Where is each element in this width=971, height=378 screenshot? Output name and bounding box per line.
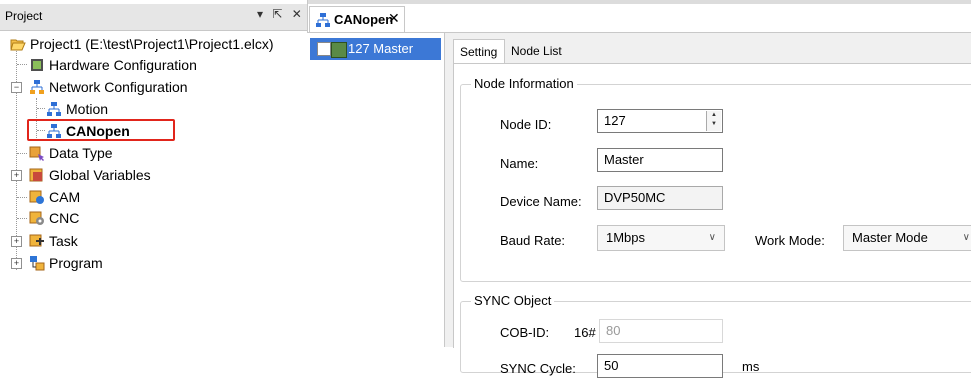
tree-item-label: Data Type [49, 145, 113, 161]
node-list-panel: 127 Master [307, 33, 445, 347]
tree-item-global-variables[interactable]: Global Variables [29, 165, 151, 185]
project-panel: Project ▾ ⇱ ✕ Project1 (E:\test\Project1… [0, 0, 308, 347]
chevron-down-icon: ∨ [708, 232, 716, 243]
program-icon [30, 256, 45, 271]
tab-label: CANopen [334, 12, 394, 27]
sync-cycle-unit: ms [742, 359, 760, 374]
tab-setting[interactable]: Setting [453, 39, 505, 64]
work-mode-value: Master Mode [852, 230, 928, 245]
tree-item-label: Program [49, 255, 103, 271]
node-information-group: Node Information Node ID: 127 ▲ ▼ Name: M… [460, 76, 971, 282]
tree-item-hardware-configuration[interactable]: Hardware Configuration [29, 55, 197, 75]
node-id-spinbox[interactable]: 127 ▲ ▼ [597, 109, 723, 133]
tree-item-label: Task [49, 233, 78, 249]
tree-branch-line [17, 197, 27, 198]
tree-item-data-type[interactable]: Data Type [29, 143, 113, 163]
config-area: Setting Node List Node Information Node … [445, 33, 971, 378]
task-icon [29, 234, 44, 247]
tree-item-label: Motion [66, 101, 109, 117]
baud-rate-value: 1Mbps [606, 230, 646, 245]
spin-arrows-icon[interactable]: ▲ ▼ [706, 111, 721, 131]
tree-item-label: Global Variables [49, 167, 151, 183]
chevron-down-icon: ∨ [962, 232, 970, 243]
tree-branch-line [17, 153, 27, 154]
project-panel-title: Project [5, 9, 43, 23]
tab-canopen[interactable]: CANopen ✕ [309, 6, 405, 32]
expand-toggle[interactable]: + [11, 258, 22, 269]
node-checkbox[interactable] [317, 42, 331, 56]
tree-item-label: Project1 (E:\test\Project1\Project1.elcx… [30, 36, 274, 52]
sync-object-group: SYNC Object COB-ID: 16# 80 SYNC Cycle: 5… [460, 293, 971, 378]
project-panel-header: Project ▾ ⇱ ✕ [0, 4, 307, 31]
group-title: Node Information [471, 76, 577, 91]
network-icon [47, 102, 61, 116]
tree-item-label: Hardware Configuration [49, 57, 197, 73]
node-id-label: Node ID: [500, 117, 552, 132]
work-mode-select[interactable]: Master Mode ∨ [843, 225, 971, 251]
name-label: Name: [500, 156, 539, 171]
close-icon[interactable]: ✕ [388, 10, 400, 27]
folder-open-icon [10, 39, 26, 51]
expand-toggle[interactable]: + [11, 236, 22, 247]
tree-item-cnc[interactable]: CNC [29, 208, 79, 228]
device-icon [331, 42, 347, 58]
node-item-label: 127 Master [348, 41, 414, 56]
baud-rate-label: Baud Rate: [500, 233, 566, 248]
sync-cycle-label: SYNC Cycle: [500, 361, 576, 376]
tree-item-project-root[interactable]: Project1 (E:\test\Project1\Project1.elcx… [10, 34, 274, 54]
cnc-icon [29, 211, 44, 225]
tree-item-task[interactable]: Task [29, 231, 78, 251]
tree-item-label: Network Configuration [49, 79, 188, 95]
hardware-icon [31, 59, 43, 71]
tree-item-program[interactable]: Program [29, 253, 103, 273]
network-icon [316, 13, 330, 27]
node-list-item[interactable]: 127 Master [310, 38, 441, 60]
highlight-annotation-box [27, 119, 175, 141]
sync-cycle-field[interactable]: 50 [597, 354, 723, 378]
name-field[interactable]: Master [597, 148, 723, 172]
tree-branch-line [37, 108, 45, 109]
cob-id-field: 80 [599, 319, 723, 343]
tree-item-label: CAM [49, 189, 81, 205]
tab-node-list[interactable]: Node List [505, 39, 575, 63]
collapse-toggle[interactable]: − [11, 82, 22, 93]
global-variables-icon [29, 168, 43, 182]
node-id-value: 127 [604, 113, 626, 128]
tree-item-motion[interactable]: Motion [46, 99, 108, 119]
top-bar [307, 0, 971, 4]
cam-icon [29, 190, 44, 204]
tree-branch-line [17, 218, 27, 219]
tree-branch-line [17, 64, 27, 65]
expand-toggle[interactable]: + [11, 170, 22, 181]
work-mode-label: Work Mode: [755, 233, 825, 248]
group-title: SYNC Object [471, 293, 555, 308]
panel-window-buttons[interactable]: ▾ ⇱ ✕ [257, 7, 305, 21]
settings-body: Node Information Node ID: 127 ▲ ▼ Name: M… [453, 63, 971, 378]
data-type-icon [29, 146, 44, 161]
baud-rate-select[interactable]: 1Mbps ∨ [597, 225, 725, 251]
tree-item-network-configuration[interactable]: Network Configuration [29, 77, 188, 97]
device-name-field: DVP50MC [597, 186, 723, 210]
tree-item-label: CNC [49, 210, 80, 226]
cob-id-label: COB-ID: [500, 325, 550, 340]
device-name-label: Device Name: [500, 194, 582, 209]
network-icon [30, 80, 44, 94]
tree-item-cam[interactable]: CAM [29, 187, 80, 207]
cob-id-prefix: 16# [574, 325, 596, 340]
